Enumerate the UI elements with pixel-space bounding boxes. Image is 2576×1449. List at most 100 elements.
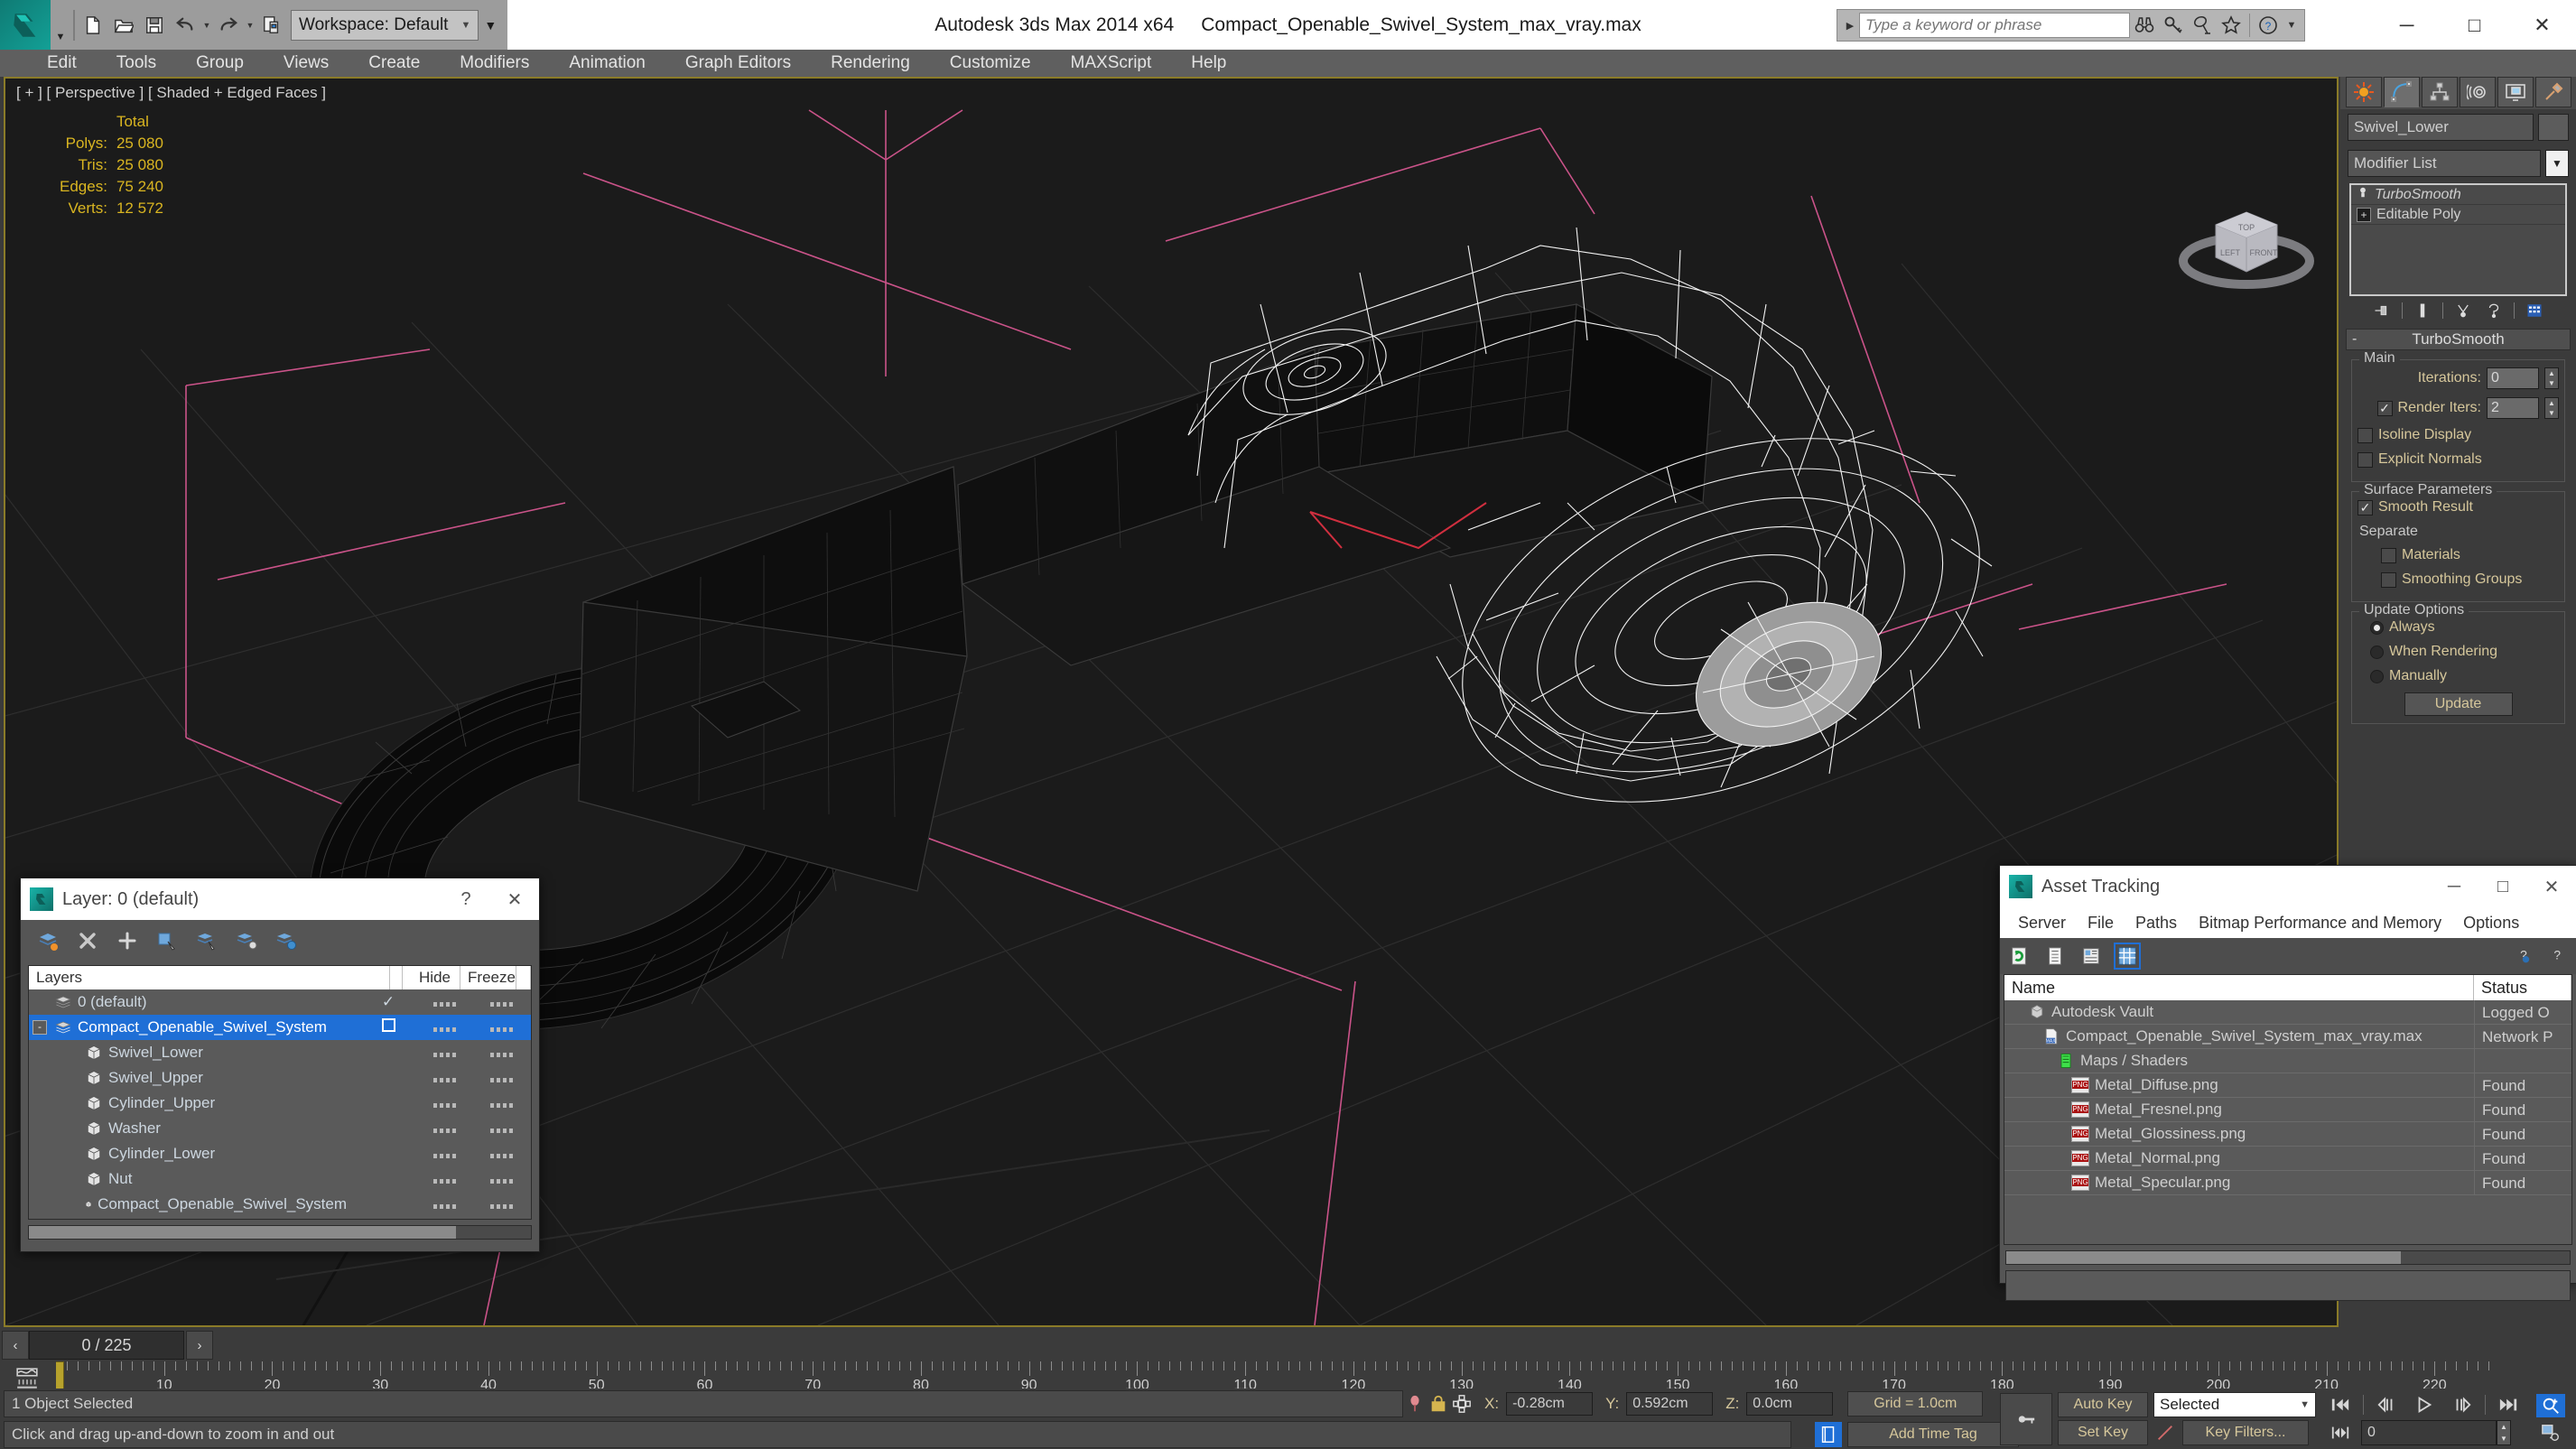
undo-icon[interactable] (170, 10, 200, 41)
table-row[interactable]: 0 (default) ✓ (29, 989, 531, 1015)
select-objects-in-layer-icon[interactable] (154, 928, 180, 953)
asset-menu-bitmap[interactable]: Bitmap Performance and Memory (2188, 907, 2452, 938)
expand-plus-icon[interactable]: + (2357, 207, 2371, 222)
rollout-header[interactable]: - TurboSmooth (2346, 329, 2571, 350)
freeze-toggle[interactable] (490, 1129, 516, 1133)
auto-key-button[interactable]: Auto Key (2058, 1392, 2148, 1417)
show-end-result-icon[interactable] (2412, 300, 2433, 321)
table-row[interactable]: Metal_Glossiness.png Found (2004, 1121, 2571, 1147)
table-row[interactable]: Autodesk Vault Logged O (2004, 999, 2571, 1025)
table-row[interactable]: Metal_Normal.png Found (2004, 1146, 2571, 1171)
menu-help[interactable]: Help (1171, 50, 1246, 77)
set-key-button[interactable]: Set Key (2058, 1420, 2148, 1445)
current-frame-spinner[interactable]: ▲ ▼ (2497, 1419, 2511, 1445)
layer-properties-icon[interactable] (274, 928, 299, 953)
menu-customize[interactable]: Customize (930, 50, 1051, 77)
asset-tracking-dialog[interactable]: Asset Tracking ─ □ ✕ Server File Paths B… (1999, 865, 2576, 1301)
key-filters-button[interactable]: Key Filters... (2182, 1420, 2309, 1445)
smooth-result-checkbox[interactable]: ✓ (2357, 499, 2373, 516)
isoline-display-checkbox[interactable] (2357, 427, 2373, 443)
asset-horizontal-scrollbar[interactable] (2005, 1250, 2571, 1265)
hide-toggle[interactable] (433, 1053, 459, 1057)
table-row[interactable]: Compact_Openable_Swivel_System (29, 1192, 531, 1217)
menu-create[interactable]: Create (349, 50, 440, 77)
freeze-toggle[interactable] (490, 1103, 516, 1108)
y-coord-field[interactable]: 0.592cm (1626, 1392, 1714, 1416)
refresh-icon[interactable] (2007, 944, 2031, 968)
create-tab[interactable] (2346, 77, 2382, 107)
display-tab[interactable] (2497, 77, 2534, 107)
hide-toggle[interactable] (433, 1204, 459, 1209)
table-row[interactable]: Maps / Shaders (2004, 1048, 2571, 1073)
next-frame-icon[interactable] (2447, 1393, 2478, 1416)
update-button[interactable]: Update (2404, 692, 2513, 716)
absolute-rel-transform-icon[interactable] (1452, 1394, 1472, 1414)
table-row[interactable]: Nut (29, 1166, 531, 1192)
freeze-toggle[interactable] (490, 1002, 516, 1007)
redo-icon[interactable] (213, 10, 244, 41)
selection-level-combo[interactable]: Selected ▼ (2153, 1392, 2316, 1417)
menu-tools[interactable]: Tools (97, 50, 176, 77)
collapse-expander[interactable]: - (33, 1020, 47, 1035)
prev-frame-button[interactable]: ‹ (2, 1331, 29, 1360)
hide-toggle[interactable] (433, 1002, 459, 1007)
layer-row-current[interactable]: ✓ (359, 993, 417, 1011)
minimize-button[interactable]: ─ (2373, 0, 2441, 50)
asset-menu-file[interactable]: File (2077, 907, 2125, 938)
search-input[interactable] (1859, 13, 2130, 38)
create-new-layer-icon[interactable] (35, 928, 60, 953)
detail-view-icon[interactable] (2079, 944, 2103, 968)
layer-grid[interactable]: Layers Hide Freeze 0 (default) ✓ - Compa… (28, 965, 532, 1220)
add-help-icon[interactable]: ? (2509, 944, 2533, 968)
materials-checkbox[interactable] (2381, 547, 2396, 563)
next-frame-button[interactable]: › (186, 1331, 213, 1360)
menu-modifiers[interactable]: Modifiers (440, 50, 549, 77)
layer-horizontal-scrollbar[interactable] (28, 1225, 532, 1240)
lock-icon[interactable] (1428, 1394, 1448, 1414)
pin-stack-icon[interactable] (2371, 300, 2393, 321)
previous-frame-icon[interactable] (2371, 1393, 2402, 1416)
current-frame-input[interactable]: 0 (2361, 1419, 2497, 1445)
open-file-icon[interactable] (108, 10, 139, 41)
configure-sets-icon[interactable] (2524, 300, 2545, 321)
asset-menu-options[interactable]: Options (2452, 907, 2530, 938)
menu-maxscript[interactable]: MAXScript (1051, 50, 1172, 77)
modifier-stack-item-turbosmooth[interactable]: TurboSmooth (2351, 185, 2565, 205)
freeze-toggle[interactable] (490, 1027, 516, 1032)
layer-dialog-help-button[interactable]: ? (442, 878, 490, 920)
grid-view-icon[interactable] (2114, 943, 2141, 970)
hierarchy-tab[interactable] (2422, 77, 2458, 107)
make-unique-icon[interactable] (2452, 300, 2474, 321)
update-always-row[interactable]: Always (2357, 619, 2559, 636)
table-row[interactable]: Swivel_Lower (29, 1040, 531, 1065)
menu-views[interactable]: Views (264, 50, 349, 77)
update-when-rendering-row[interactable]: When Rendering (2357, 644, 2559, 660)
time-tag-icon[interactable] (1815, 1422, 1842, 1447)
layer-dialog[interactable]: Layer: 0 (default) ? ✕ Layers Hide Freez… (20, 878, 540, 1252)
asset-col-name[interactable]: Name (2004, 975, 2474, 1000)
field-of-view-icon[interactable] (2572, 1421, 2576, 1444)
freeze-toggle[interactable] (490, 1154, 516, 1158)
freeze-toggle[interactable] (490, 1204, 516, 1209)
save-file-icon[interactable] (139, 10, 170, 41)
qat-overflow-dropdown[interactable]: ▼ (479, 10, 502, 41)
modifier-stack[interactable]: TurboSmooth + Editable Poly (2349, 183, 2567, 296)
close-button[interactable]: ✕ (2508, 0, 2576, 50)
play-animation-icon[interactable] (2409, 1393, 2440, 1416)
asset-grid[interactable]: Name Status Autodesk Vault Logged O MAX … (2004, 974, 2572, 1245)
project-folder-icon[interactable] (256, 10, 287, 41)
asset-menu-paths[interactable]: Paths (2125, 907, 2188, 938)
app-logo-icon[interactable] (0, 0, 51, 50)
menu-graph-editors[interactable]: Graph Editors (665, 50, 811, 77)
list-view-icon[interactable] (2043, 944, 2067, 968)
motion-tab[interactable] (2460, 77, 2496, 107)
iterations-field[interactable]: 0 (2487, 367, 2539, 389)
asset-minimize-button[interactable]: ─ (2430, 866, 2478, 907)
subscription-key-icon[interactable] (2159, 12, 2188, 39)
current-frame-field[interactable]: 0 / 225 (29, 1331, 184, 1360)
zoom-all-icon[interactable] (2572, 1394, 2576, 1417)
help-icon[interactable]: ? (2545, 944, 2569, 968)
add-time-tag-button[interactable]: Add Time Tag (1847, 1422, 2019, 1447)
menu-animation[interactable]: Animation (549, 50, 665, 77)
new-file-icon[interactable] (78, 10, 108, 41)
